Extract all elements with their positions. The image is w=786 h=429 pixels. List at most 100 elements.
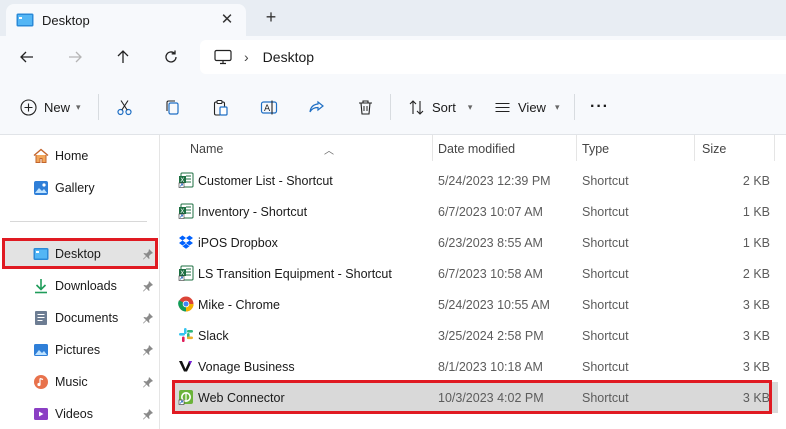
tab-desktop[interactable]: Desktop ✕ (6, 4, 246, 36)
sidebar-item-label: Videos (55, 407, 93, 421)
file-row-vonage[interactable]: Vonage Business 8/1/2023 10:18 AM Shortc… (172, 351, 778, 382)
column-header-date[interactable]: Date modified (432, 135, 576, 161)
file-type: Shortcut (582, 329, 629, 343)
command-bar: New ▾ A Sort ▾ View ▾ ··· (0, 78, 786, 135)
toolbar-divider (574, 94, 575, 120)
file-size: 3 KB (742, 329, 770, 343)
delete-button[interactable] (357, 94, 374, 120)
file-size: 2 KB (742, 174, 770, 188)
sidebar-item-home[interactable]: Home (0, 141, 158, 171)
column-header-label: Type (582, 142, 610, 156)
toolbar-divider (390, 94, 391, 120)
forward-arrow-icon (69, 51, 82, 63)
back-arrow-icon (20, 51, 33, 63)
file-name: Inventory - Shortcut (198, 205, 308, 219)
file-size: 1 KB (742, 205, 770, 219)
rename-icon: A (260, 100, 278, 114)
sidebar-item-videos[interactable]: Videos (0, 399, 158, 429)
file-name: Customer List - Shortcut (198, 174, 333, 188)
sort-button[interactable]: Sort ▾ (408, 94, 472, 120)
trash-icon (359, 99, 372, 115)
sidebar-item-label: Documents (55, 311, 119, 325)
file-date: 5/24/2023 12:39 PM (438, 174, 551, 188)
vonage-icon (179, 361, 192, 372)
column-header-type[interactable]: Type (576, 135, 694, 161)
new-button[interactable]: New ▾ (20, 94, 81, 120)
highlight-box-desktop (2, 238, 158, 269)
tab-close-button[interactable]: ✕ (218, 10, 236, 28)
file-row-ls-transition[interactable]: X LS Transition Equipment - Shortcut 6/7… (172, 258, 778, 289)
tab-title: Desktop (42, 12, 90, 28)
chevron-down-icon: ▾ (554, 101, 560, 112)
sort-ascending-icon: ︿ (324, 146, 334, 157)
file-type: Shortcut (582, 236, 629, 250)
column-divider[interactable] (774, 135, 775, 161)
address-bar[interactable]: › Desktop (200, 40, 786, 74)
file-name: iPOS Dropbox (198, 236, 278, 250)
cut-button[interactable] (116, 94, 133, 120)
clipboard-icon (213, 99, 228, 116)
column-header-size[interactable]: Size (694, 135, 774, 161)
sidebar-item-pictures[interactable]: Pictures (0, 335, 158, 365)
back-button[interactable] (14, 45, 40, 69)
file-type: Shortcut (582, 298, 629, 312)
breadcrumb-desktop[interactable]: Desktop (263, 49, 314, 65)
forward-button[interactable] (62, 45, 88, 69)
file-date: 3/25/2024 2:58 PM (438, 329, 544, 343)
file-size: 1 KB (742, 236, 770, 250)
svg-text:A: A (264, 104, 271, 114)
file-type: Shortcut (582, 205, 629, 219)
file-row-customer-list[interactable]: X Customer List - Shortcut 5/24/2023 12:… (172, 165, 778, 196)
file-date: 6/7/2023 10:07 AM (438, 205, 543, 219)
copy-icon (166, 99, 179, 115)
file-date: 8/1/2023 10:18 AM (438, 360, 543, 374)
column-header-label: Date modified (438, 142, 516, 156)
pin-icon[interactable] (142, 312, 154, 324)
file-size: 3 KB (742, 298, 770, 312)
column-header-label: Size (702, 142, 727, 156)
pin-icon[interactable] (142, 408, 154, 420)
file-type: Shortcut (582, 360, 629, 374)
file-date: 5/24/2023 10:55 AM (438, 298, 550, 312)
sidebar-item-gallery[interactable]: Gallery (0, 173, 158, 203)
sort-icon (409, 99, 424, 115)
column-header-label: Name (190, 142, 224, 156)
file-size: 3 KB (742, 360, 770, 374)
copy-button[interactable] (164, 94, 181, 120)
paste-button[interactable] (212, 94, 229, 120)
pin-icon[interactable] (142, 376, 154, 388)
home-icon (33, 148, 49, 163)
sidebar-item-label: Pictures (55, 343, 101, 357)
view-button[interactable]: View ▾ (494, 94, 559, 120)
chrome-icon (178, 296, 194, 312)
navigation-bar: › Desktop (0, 36, 786, 78)
view-label: View (518, 99, 546, 115)
chevron-down-icon: ▾ (467, 101, 473, 112)
file-name: Slack (198, 329, 229, 343)
excel-shortcut-icon: X (178, 172, 194, 188)
sidebar-item-label: Music (55, 375, 88, 389)
gallery-icon (34, 181, 48, 195)
file-name: Mike - Chrome (198, 298, 280, 312)
sort-label: Sort (432, 99, 456, 115)
desktop-icon (16, 13, 34, 27)
file-row-ipos-dropbox[interactable]: iPOS Dropbox 6/23/2023 8:55 AM Shortcut … (172, 227, 778, 258)
highlight-box-web-connector (172, 380, 772, 414)
rename-button[interactable]: A (260, 94, 278, 120)
sidebar-item-documents[interactable]: Documents (0, 303, 158, 333)
pin-icon[interactable] (142, 344, 154, 356)
downloads-icon (35, 279, 47, 294)
file-row-inventory[interactable]: X Inventory - Shortcut 6/7/2023 10:07 AM… (172, 196, 778, 227)
new-tab-button[interactable]: + (260, 6, 282, 28)
more-options-button[interactable]: ··· (590, 94, 609, 120)
share-button[interactable] (308, 94, 325, 120)
file-row-mike-chrome[interactable]: Mike - Chrome 5/24/2023 10:55 AM Shortcu… (172, 289, 778, 320)
refresh-button[interactable] (158, 45, 184, 69)
sidebar-item-music[interactable]: Music (0, 367, 158, 397)
file-row-slack[interactable]: Slack 3/25/2024 2:58 PM Shortcut 3 KB (172, 320, 778, 351)
pin-icon[interactable] (142, 280, 154, 292)
excel-shortcut-icon: X (178, 265, 194, 281)
up-button[interactable] (110, 45, 136, 69)
sidebar-item-downloads[interactable]: Downloads (0, 271, 158, 301)
column-header-name[interactable]: ︿ Name (182, 135, 436, 161)
